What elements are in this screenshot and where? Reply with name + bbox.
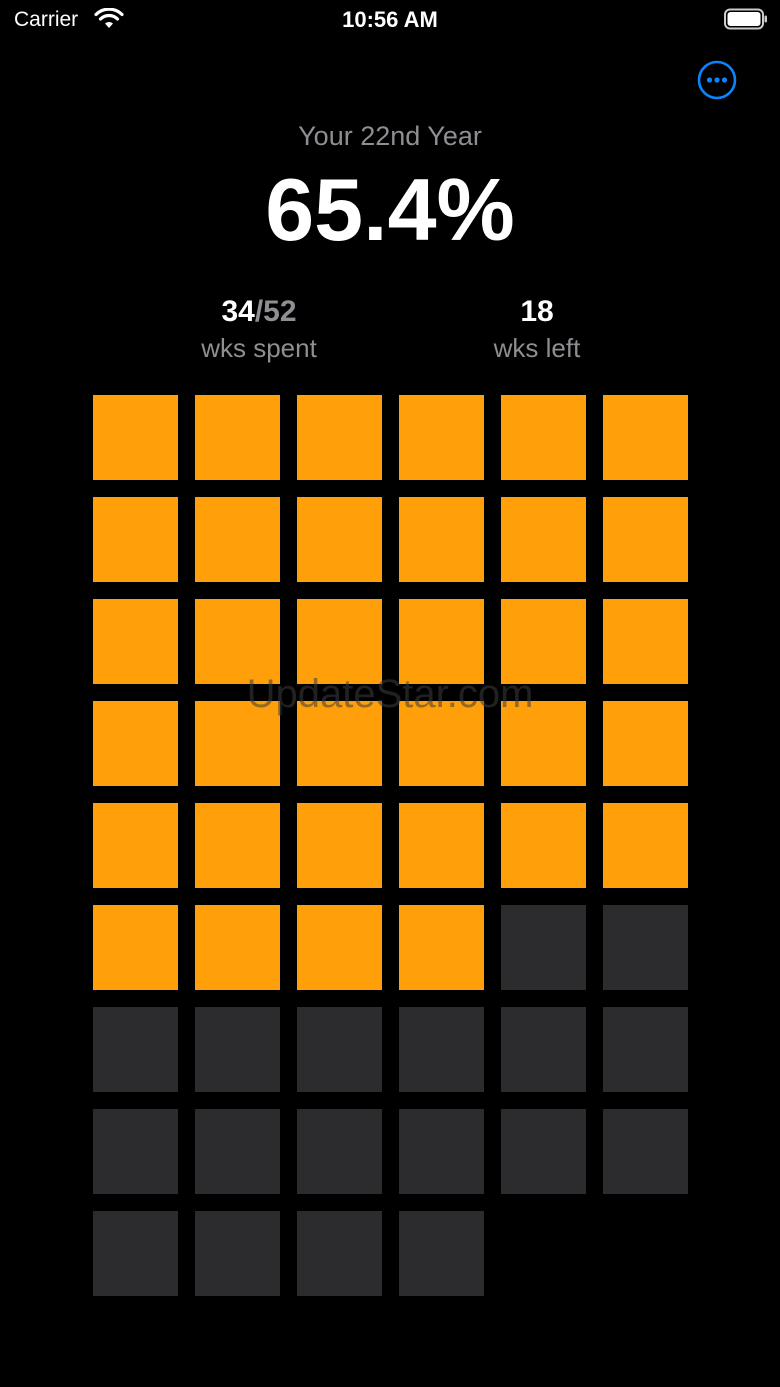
weeks-spent-value: 34/52 <box>129 293 389 331</box>
week-cell-spent <box>93 701 178 786</box>
week-cell-remaining <box>297 1109 382 1194</box>
weeks-grid <box>93 395 688 1296</box>
week-cell-spent <box>501 497 586 582</box>
status-bar: Carrier 10:56 AM <box>0 0 780 40</box>
week-cell-remaining <box>603 1007 688 1092</box>
week-cell-spent <box>603 497 688 582</box>
week-cell-remaining <box>501 905 586 990</box>
week-cell-remaining <box>93 1109 178 1194</box>
weeks-left-stat: 18 wks left <box>407 293 667 365</box>
week-cell-spent <box>399 701 484 786</box>
week-cell-spent <box>399 905 484 990</box>
weeks-spent-count: 34 <box>221 295 255 328</box>
week-cell-remaining <box>195 1211 280 1296</box>
week-cell-remaining <box>297 1211 382 1296</box>
week-cell-remaining <box>603 905 688 990</box>
weeks-separator: / <box>254 295 264 328</box>
week-cell-spent <box>501 395 586 480</box>
weeks-left-caption: wks left <box>493 333 581 363</box>
week-cell-spent <box>195 599 280 684</box>
week-cell-spent <box>603 599 688 684</box>
week-cell-spent <box>501 803 586 888</box>
year-label: Your 22nd Year <box>298 121 482 151</box>
week-cell-spent <box>93 599 178 684</box>
week-cell-spent <box>297 497 382 582</box>
week-cell-remaining <box>93 1007 178 1092</box>
week-cell-spent <box>195 497 280 582</box>
weeks-spent-stat: 34/52 wks spent <box>129 293 389 365</box>
week-cell-spent <box>399 599 484 684</box>
week-cell-spent <box>603 803 688 888</box>
week-cell-spent <box>195 803 280 888</box>
week-cell-remaining <box>501 1109 586 1194</box>
week-cell-spent <box>603 395 688 480</box>
week-cell-spent <box>93 395 178 480</box>
battery-full-icon <box>724 8 767 30</box>
week-cell-spent <box>93 905 178 990</box>
week-cell-spent <box>93 497 178 582</box>
week-cell-remaining <box>603 1109 688 1194</box>
week-cell-spent <box>297 395 382 480</box>
week-cell-spent <box>603 701 688 786</box>
week-cell-remaining <box>399 1109 484 1194</box>
week-cell-spent <box>399 497 484 582</box>
year-progress-percent: 65.4% <box>265 160 515 259</box>
week-cell-spent <box>195 395 280 480</box>
week-cell-spent <box>195 905 280 990</box>
week-cell-spent <box>501 701 586 786</box>
week-cell-spent <box>399 803 484 888</box>
week-cell-spent <box>297 701 382 786</box>
week-cell-spent <box>297 905 382 990</box>
week-cell-spent <box>399 395 484 480</box>
week-cell-remaining <box>195 1007 280 1092</box>
week-cell-remaining <box>399 1007 484 1092</box>
more-options-button[interactable] <box>697 60 737 100</box>
weeks-spent-caption: wks spent <box>201 333 317 363</box>
week-cell-remaining <box>399 1211 484 1296</box>
week-cell-remaining <box>195 1109 280 1194</box>
status-time: 10:56 AM <box>342 7 438 32</box>
week-cell-spent <box>501 599 586 684</box>
week-cell-spent <box>195 701 280 786</box>
week-cell-remaining <box>297 1007 382 1092</box>
weeks-total-count: 52 <box>263 295 297 328</box>
week-cell-remaining <box>93 1211 178 1296</box>
week-cell-spent <box>297 803 382 888</box>
week-cell-spent <box>93 803 178 888</box>
weeks-left-value: 18 <box>520 295 554 328</box>
week-cell-spent <box>297 599 382 684</box>
week-cell-remaining <box>501 1007 586 1092</box>
